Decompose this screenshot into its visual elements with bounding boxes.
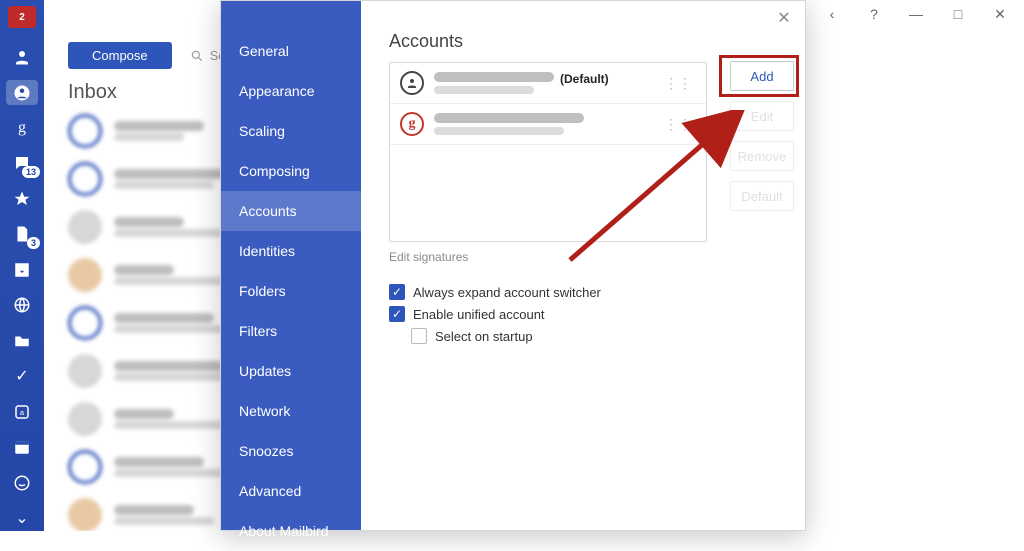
help-button[interactable]: ? (858, 6, 890, 22)
nav-back-button[interactable]: ‹ (816, 6, 848, 22)
always-expand-checkbox[interactable] (389, 284, 405, 300)
account-row[interactable]: (Default) ⋮⋮ (390, 63, 706, 104)
select-on-startup-label: Select on startup (435, 329, 533, 344)
section-title: Accounts (389, 31, 777, 52)
always-expand-label: Always expand account switcher (413, 285, 601, 300)
account-name: (Default) (434, 72, 650, 94)
sidebar-item-filters[interactable]: Filters (221, 311, 361, 351)
sidebar-item-advanced[interactable]: Advanced (221, 471, 361, 511)
rail-account-icon[interactable] (6, 80, 38, 105)
account-default-tag: (Default) (560, 72, 609, 86)
sidebar-item-network[interactable]: Network (221, 391, 361, 431)
sidebar-item-appearance[interactable]: Appearance (221, 71, 361, 111)
edit-account-button[interactable]: Edit (730, 101, 794, 131)
edit-signatures-link[interactable]: Edit signatures (389, 250, 777, 264)
sidebar-item-about[interactable]: About Mailbird (221, 511, 361, 551)
remove-account-button[interactable]: Remove (730, 141, 794, 171)
rail-chevron-down-icon[interactable]: ⌄ (6, 506, 38, 531)
person-icon (400, 71, 424, 95)
rail-calendar-icon[interactable] (6, 435, 38, 460)
window-maximize-button[interactable]: □ (942, 6, 974, 22)
sidebar-item-accounts[interactable]: Accounts (221, 191, 361, 231)
drag-handle-icon[interactable]: ⋮⋮ (660, 116, 696, 133)
enable-unified-checkbox[interactable] (389, 306, 405, 322)
settings-dialog: ✕ General Appearance Scaling Composing A… (220, 0, 806, 531)
rail-google-icon[interactable]: g (6, 115, 38, 140)
drag-handle-icon[interactable]: ⋮⋮ (660, 75, 696, 92)
rail-star-icon[interactable] (6, 186, 38, 211)
rail-chat-icon[interactable]: 13 (6, 151, 38, 176)
rail-globe-icon[interactable] (6, 293, 38, 318)
compose-button[interactable]: Compose (68, 42, 172, 69)
left-rail: 2 g 13 3 ✓ a ⌄ (0, 0, 44, 531)
rail-check-icon[interactable]: ✓ (6, 364, 38, 389)
sidebar-item-general[interactable]: General (221, 31, 361, 71)
rail-whatsapp-icon[interactable] (6, 470, 38, 495)
account-row[interactable]: g ⋮⋮ (390, 104, 706, 145)
rail-files-icon[interactable]: 3 (6, 222, 38, 247)
app-logo: 2 (8, 6, 36, 28)
svg-text:a: a (20, 408, 25, 417)
settings-sidebar: General Appearance Scaling Composing Acc… (221, 1, 361, 530)
rail-chat-badge: 13 (22, 166, 40, 178)
rail-inbox-icon[interactable] (6, 257, 38, 282)
sidebar-item-scaling[interactable]: Scaling (221, 111, 361, 151)
add-account-button[interactable]: Add (730, 61, 794, 91)
account-name (434, 113, 650, 135)
sidebar-item-folders[interactable]: Folders (221, 271, 361, 311)
accounts-list: (Default) ⋮⋮ g ⋮⋮ (389, 62, 707, 242)
sidebar-item-updates[interactable]: Updates (221, 351, 361, 391)
logo-badge: 2 (19, 12, 25, 23)
enable-unified-label: Enable unified account (413, 307, 545, 322)
search-icon (190, 49, 204, 63)
sidebar-item-snoozes[interactable]: Snoozes (221, 431, 361, 471)
rail-folder-icon[interactable] (6, 328, 38, 353)
rail-app-icon[interactable]: a (6, 399, 38, 424)
window-close-button[interactable]: ✕ (984, 6, 1016, 23)
sidebar-item-identities[interactable]: Identities (221, 231, 361, 271)
default-account-button[interactable]: Default (730, 181, 794, 211)
rail-contacts-icon[interactable] (6, 44, 38, 69)
window-minimize-button[interactable]: — (900, 6, 932, 22)
rail-files-badge: 3 (27, 237, 40, 249)
select-on-startup-checkbox[interactable] (411, 328, 427, 344)
sidebar-item-composing[interactable]: Composing (221, 151, 361, 191)
google-icon: g (400, 112, 424, 136)
